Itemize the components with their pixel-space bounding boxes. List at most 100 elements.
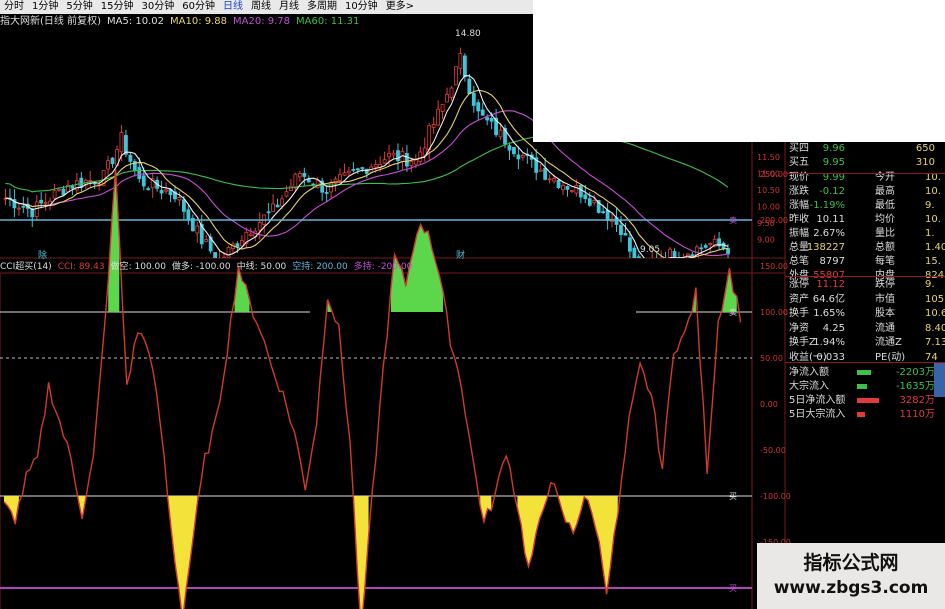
quote-row: 涨停 11.12 跌停 9.	[785, 277, 945, 292]
candle-body	[88, 179, 93, 182]
quote-value: -0.12	[819, 186, 845, 197]
ma20-label: MA20: 9.78	[233, 16, 291, 27]
side-expand-button[interactable]	[934, 363, 945, 397]
period-tab[interactable]: 多周期	[303, 0, 341, 14]
flow-label: 5日净流入额	[789, 395, 846, 406]
quote-value: 7.13	[925, 337, 945, 348]
quote-label: 资产	[789, 293, 809, 305]
period-tab[interactable]: 10分钟	[341, 0, 382, 14]
quote-label: 流通	[875, 322, 895, 334]
candle-body	[329, 182, 333, 193]
candle-body	[302, 172, 307, 177]
candle-body	[431, 124, 436, 128]
flow-bar	[857, 412, 865, 417]
quote-value: 105.5	[925, 293, 945, 305]
candle-body	[159, 190, 164, 194]
candle-body	[409, 161, 414, 166]
bid-row: 买四 9.96 650	[785, 141, 945, 156]
cci-axis-tick: 250.00	[760, 170, 788, 179]
quote-row: 换手 1.65% 股本 10.6	[785, 306, 945, 321]
quote-label: 涨停	[789, 279, 809, 290]
candle-body	[52, 190, 57, 199]
mid-value: 中线: 50.00	[236, 262, 287, 272]
ma60-label: MA60: 11.31	[296, 16, 360, 27]
quote-panel: 买四 9.96 650 买五 9.95 310 现价 9.99 今开 10. 涨跌 -0.12 最高 10…	[785, 140, 945, 440]
cci-axis-tick: -50.00	[760, 446, 786, 455]
quote-value: 10.	[925, 186, 941, 197]
candle-body	[164, 189, 168, 192]
candle-body	[726, 248, 730, 255]
period-tab[interactable]: 30分钟	[137, 0, 178, 14]
flow-value: 1110万	[899, 409, 935, 420]
candle-body	[565, 186, 570, 190]
candle-body	[708, 243, 713, 246]
bid-label: 买五	[789, 157, 809, 168]
price-axis-tick: 9.00	[757, 236, 775, 245]
quote-row: 涨幅 -1.19% 最低 9.	[785, 198, 945, 213]
candle-body	[404, 153, 409, 167]
quote-value: 1.65%	[813, 308, 845, 319]
period-tab[interactable]: 更多>	[382, 0, 418, 14]
period-tab[interactable]: 周线	[247, 0, 275, 14]
quote-row: 涨跌 -0.12 最高 10.	[785, 184, 945, 199]
candle-body	[587, 198, 592, 206]
candle-body	[480, 109, 485, 116]
candle-body	[324, 192, 329, 194]
candle-body	[226, 246, 231, 258]
candle-body	[619, 224, 623, 236]
quote-label: 量比	[875, 228, 895, 239]
candle-body	[659, 257, 664, 258]
fund-flow-row: 净流入额 -2203万	[785, 365, 945, 380]
flow-bar	[857, 370, 871, 375]
candle-body	[498, 129, 503, 138]
occluder	[310, 287, 636, 323]
candle-body	[266, 211, 271, 214]
candle-body	[507, 145, 512, 151]
flow-value: -2203万	[895, 367, 935, 378]
quote-label: 每笔	[875, 256, 895, 267]
period-tab[interactable]: 月线	[275, 0, 303, 14]
indicator-title[interactable]: CCI超买(14)	[0, 261, 52, 273]
candle-body	[342, 172, 347, 176]
candle-body	[271, 203, 276, 212]
bid-row: 买五 9.95 310	[785, 155, 945, 170]
period-tab[interactable]: 60分钟	[178, 0, 219, 14]
quote-value: 10.11	[816, 214, 845, 225]
fund-flow-row: 大宗流入 -1635万	[785, 379, 945, 394]
bid-price: 9.96	[822, 143, 845, 154]
finance-marker: 财	[456, 249, 465, 261]
candle-body	[21, 205, 26, 208]
candle-body	[672, 251, 677, 258]
period-tab[interactable]: 分时	[0, 0, 28, 14]
flow-bar	[857, 398, 879, 403]
period-tab[interactable]: 1分钟	[28, 0, 62, 14]
cci-axis-tick: 200.00	[760, 216, 788, 225]
candle-body	[338, 174, 342, 182]
cci-axis-tick: -100.00	[760, 492, 791, 501]
fund-flow-row: 5日净流入额 3282万	[785, 393, 945, 408]
candle-body	[642, 263, 645, 273]
price-axis-tick: 11.50	[757, 153, 780, 162]
candle-body	[213, 252, 218, 258]
candle-body	[592, 199, 597, 204]
candle-body	[655, 259, 658, 260]
oversold-fill	[4, 496, 618, 609]
quote-row: 昨收 10.11 均价 10.	[785, 212, 945, 227]
quote-label: 流通Z	[875, 337, 902, 348]
indicator-title-row: CCI超买(14) CCI: 89.43 做空: 100.00 做多: -100…	[0, 261, 412, 273]
cci-axis-tick: 50.00	[760, 354, 783, 363]
quote-value: 1.40	[925, 242, 945, 253]
period-tab[interactable]: 15分钟	[97, 0, 138, 14]
candle-body	[387, 152, 391, 158]
candle-body	[462, 55, 467, 77]
quote-label: 股本	[875, 308, 895, 319]
watermark-title: 指标公式网	[803, 552, 899, 574]
flow-label: 净流入额	[789, 367, 829, 378]
candle-body	[427, 125, 432, 151]
period-tab[interactable]: 日线	[219, 0, 247, 14]
bid-price: 9.95	[822, 157, 845, 168]
candle-body	[284, 191, 289, 197]
candle-body	[561, 185, 565, 191]
period-tab[interactable]: 5分钟	[62, 0, 96, 14]
quote-label: 市值	[875, 293, 895, 305]
